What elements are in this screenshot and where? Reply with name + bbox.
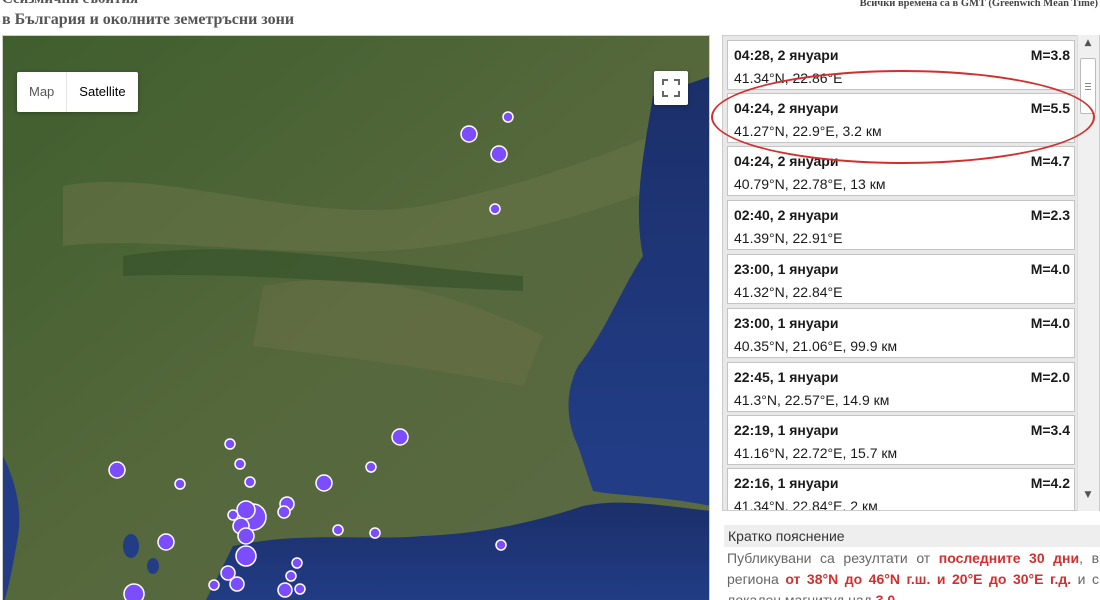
quake-marker[interactable] [490, 145, 508, 163]
quake-magnitude: M=4.2 [1030, 475, 1070, 491]
quake-list-item[interactable]: 22:45, 1 януари M=2.0 41.3°N, 22.57°E, 1… [727, 362, 1075, 412]
quake-marker[interactable] [234, 458, 246, 470]
quake-marker[interactable] [489, 203, 501, 215]
quake-marker[interactable] [123, 583, 145, 600]
quake-location: 41.34°N, 22.86°E [734, 70, 843, 86]
quake-marker[interactable] [391, 428, 409, 446]
quake-location: 41.27°N, 22.9°E, 3.2 км [734, 123, 882, 139]
quake-marker[interactable] [460, 125, 478, 143]
quake-time: 23:00, 1 януари [734, 315, 839, 331]
quake-time: 04:24, 2 януари [734, 153, 839, 169]
quake-marker[interactable] [369, 527, 381, 539]
page-title: Сеизмични събития [2, 0, 138, 8]
quake-marker[interactable] [495, 539, 507, 551]
quake-marker[interactable] [277, 505, 291, 519]
quake-marker[interactable] [294, 583, 306, 595]
quake-marker[interactable] [108, 461, 126, 479]
quake-magnitude: M=2.0 [1030, 369, 1070, 385]
quake-time: 02:40, 2 януари [734, 207, 839, 223]
scroll-down-arrow-icon[interactable]: ▼ [1077, 490, 1099, 506]
quake-marker[interactable] [285, 570, 297, 582]
quake-magnitude: M=4.7 [1030, 153, 1070, 169]
quake-marker[interactable] [277, 582, 293, 598]
quake-magnitude: M=2.3 [1030, 207, 1070, 223]
quake-time: 22:16, 1 януари [734, 475, 839, 491]
quake-marker[interactable] [291, 557, 303, 569]
quake-list-item[interactable]: 02:40, 2 януари M=2.3 41.39°N, 22.91°E [727, 200, 1075, 250]
quake-list[interactable]: 04:28, 2 януари M=3.8 41.34°N, 22.86°E 0… [722, 35, 1100, 511]
quake-marker[interactable] [315, 474, 333, 492]
quake-magnitude: M=5.5 [1030, 100, 1070, 116]
quake-list-item[interactable]: 04:24, 2 януари M=5.5 41.27°N, 22.9°E, 3… [727, 93, 1075, 143]
quake-list-item[interactable]: 23:00, 1 януари M=4.0 41.32°N, 22.84°E [727, 254, 1075, 304]
quake-marker[interactable] [157, 533, 175, 551]
quake-time: 04:28, 2 януари [734, 47, 839, 63]
quake-marker[interactable] [236, 500, 256, 520]
page-subtitle: в България и околните земетръсни зони [2, 11, 295, 28]
quake-marker[interactable] [174, 478, 186, 490]
quake-list-item[interactable]: 22:16, 1 януари M=4.2 41.34°N, 22.84°E, … [727, 468, 1075, 511]
quake-location: 40.79°N, 22.78°E, 13 км [734, 176, 886, 192]
explanation-title: Кратко пояснение [724, 525, 1100, 547]
quake-marker[interactable] [229, 576, 245, 592]
earthquake-map[interactable]: Map Satellite [2, 35, 710, 600]
quake-marker[interactable] [332, 524, 344, 536]
scroll-up-arrow-icon[interactable]: ▲ [1077, 38, 1099, 54]
quake-marker[interactable] [235, 545, 257, 567]
explanation-text: Публикувани са резултати от последните 3… [727, 550, 1100, 600]
quake-list-item[interactable]: 22:19, 1 януари M=3.4 41.16°N, 22.72°E, … [727, 415, 1075, 465]
quake-markers [108, 111, 514, 600]
quake-location: 41.16°N, 22.72°E, 15.7 км [734, 445, 898, 461]
quake-time: 22:19, 1 януари [734, 422, 839, 438]
quake-marker[interactable] [244, 476, 256, 488]
quake-marker[interactable] [224, 438, 236, 450]
quake-magnitude: M=3.4 [1030, 422, 1070, 438]
quake-time: 04:24, 2 януари [734, 100, 839, 116]
timezone-note: Всички времена са в GMT (Greenwich Mean … [859, 0, 1098, 9]
quake-list-item[interactable]: 04:24, 2 януари M=4.7 40.79°N, 22.78°E, … [727, 146, 1075, 196]
scrollbar-thumb[interactable] [1080, 58, 1096, 114]
quake-location: 41.34°N, 22.84°E, 2 км [734, 498, 878, 511]
quake-list-item[interactable]: 04:28, 2 януари M=3.8 41.34°N, 22.86°E [727, 40, 1075, 90]
quake-marker[interactable] [365, 461, 377, 473]
quake-magnitude: M=3.8 [1030, 47, 1070, 63]
quake-magnitude: M=4.0 [1030, 315, 1070, 331]
quake-magnitude: M=4.0 [1030, 261, 1070, 277]
quake-time: 22:45, 1 януари [734, 369, 839, 385]
quake-marker[interactable] [208, 579, 220, 591]
quake-time: 23:00, 1 януари [734, 261, 839, 277]
quake-location: 41.3°N, 22.57°E, 14.9 км [734, 392, 890, 408]
quake-location: 41.39°N, 22.91°E [734, 230, 843, 246]
quake-list-item[interactable]: 23:00, 1 януари M=4.0 40.35°N, 21.06°E, … [727, 308, 1075, 358]
quake-location: 41.32°N, 22.84°E [734, 284, 843, 300]
quake-location: 40.35°N, 21.06°E, 99.9 км [734, 338, 898, 354]
quake-marker[interactable] [502, 111, 514, 123]
quake-marker[interactable] [237, 527, 255, 545]
